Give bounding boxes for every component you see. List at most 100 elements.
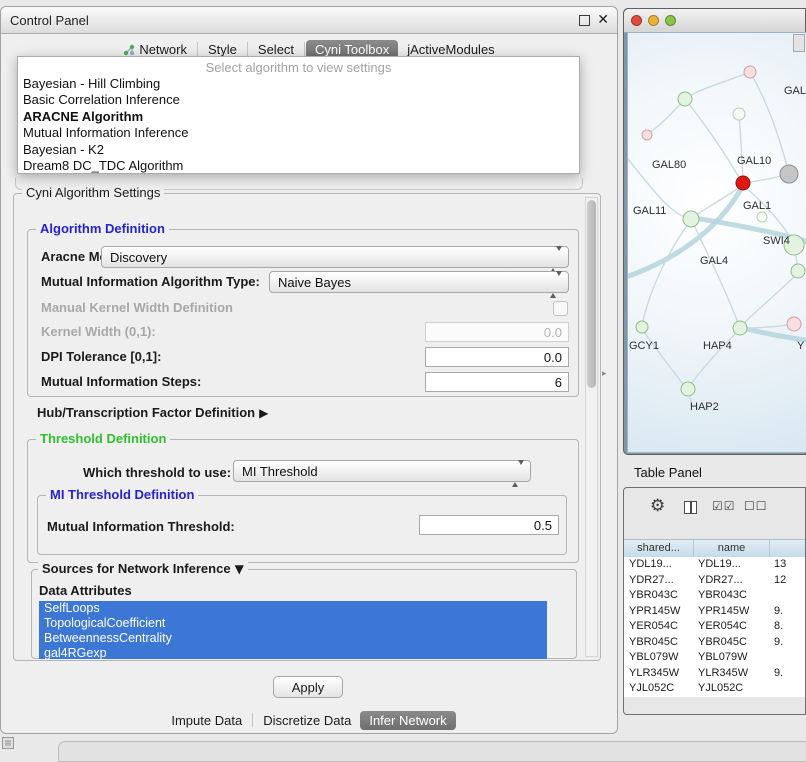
network-edge[interactable] — [642, 220, 691, 325]
network-node[interactable] — [636, 321, 648, 333]
network-node[interactable] — [780, 165, 798, 183]
cell — [770, 650, 805, 666]
cell: YBR043C — [694, 588, 770, 604]
network-edge[interactable] — [642, 329, 686, 388]
table-row[interactable]: YLR345WYLR345W9. — [624, 666, 805, 682]
manual-kernel-width-label: Manual Kernel Width Definition — [41, 298, 233, 318]
table-row[interactable]: YBR045CYBR045C9. — [624, 635, 805, 651]
settings-scrollbar-thumb[interactable] — [587, 200, 596, 388]
canvas-scrollbar-stub[interactable] — [793, 34, 805, 52]
table-row[interactable]: YPR145WYPR145W9. — [624, 604, 805, 620]
network-node[interactable] — [733, 321, 747, 335]
network-edge[interactable] — [739, 114, 743, 181]
attribute-item-selected[interactable]: TopologicalCoefficient — [39, 616, 547, 631]
node-label: GAL7 — [784, 85, 806, 97]
mi-steps-field[interactable] — [425, 372, 569, 392]
cell: YBL079W — [694, 650, 770, 666]
cell: YBL079W — [624, 650, 694, 666]
network-edge[interactable] — [685, 72, 750, 99]
network-node[interactable] — [757, 212, 767, 222]
tab-impute-data[interactable]: Impute Data — [162, 711, 251, 730]
attribute-item-selected[interactable]: SelfLoops — [39, 601, 547, 616]
apply-button[interactable]: Apply — [273, 676, 343, 698]
sources-toggle[interactable]: Sources for Network Inference▼ — [38, 562, 248, 576]
control-panel-title: Control Panel — [10, 13, 89, 28]
cell: 12 — [770, 573, 805, 589]
tab-separator — [247, 42, 248, 56]
network-labels: GAL7 GAL80 GAL10 GAL11 GAL1 SWI4 GAL4 GC… — [629, 85, 806, 413]
algorithm-option[interactable]: Bayesian - K2 — [18, 142, 579, 158]
tab-discretize-data[interactable]: Discretize Data — [254, 711, 360, 730]
sources-title: Sources for Network Inference — [42, 561, 231, 576]
column-header-extra[interactable] — [770, 540, 805, 557]
column-header-shared-name[interactable]: shared... — [624, 540, 694, 557]
algorithm-option[interactable]: Basic Correlation Inference — [18, 92, 579, 108]
select-all-checks-icon[interactable]: ☑☑ — [712, 499, 736, 513]
table-row[interactable]: YDR27...YDR27...12 — [624, 573, 805, 589]
table-row[interactable]: YDL19...YDL19...13 — [624, 557, 805, 573]
south-panel-edge — [58, 741, 806, 762]
network-node[interactable] — [681, 382, 695, 396]
deselect-all-checks-icon[interactable]: ☐☐ — [744, 499, 768, 513]
column-header-name[interactable]: name — [694, 540, 770, 557]
kernel-width-field[interactable] — [425, 322, 569, 342]
cell: 9. — [770, 635, 805, 651]
close-icon[interactable]: ✕ — [597, 11, 609, 28]
cell: YJL052C — [624, 681, 694, 697]
settings-scrollbar[interactable] — [585, 197, 598, 657]
network-edge[interactable] — [692, 221, 739, 326]
network-canvas[interactable]: GAL7 GAL80 GAL10 GAL11 GAL1 SWI4 GAL4 GC… — [627, 32, 806, 453]
network-edge[interactable] — [742, 324, 794, 328]
algorithm-option-placeholder[interactable]: Select algorithm to view settings — [18, 59, 579, 76]
network-node[interactable] — [683, 211, 699, 227]
network-node-selected[interactable] — [736, 176, 750, 190]
columns-icon[interactable] — [684, 501, 697, 514]
attribute-item-selected[interactable]: gal4RGexp — [39, 646, 547, 659]
table-panel-heading: Table Panel — [634, 465, 702, 480]
bottom-tabbar: Impute Data Discretize Data Infer Networ… — [1, 709, 617, 731]
dpi-tolerance-field[interactable] — [425, 347, 569, 367]
algorithm-option[interactable]: Mutual Information Inference — [18, 125, 579, 141]
network-node[interactable] — [733, 108, 745, 120]
network-node[interactable] — [642, 130, 652, 140]
hub-section-toggle[interactable]: Hub/Transcription Factor Definition▶ — [37, 405, 268, 420]
mi-algorithm-type-combobox[interactable]: Naive Bayes — [269, 271, 569, 293]
network-node[interactable] — [678, 92, 692, 106]
cell — [770, 588, 805, 604]
algorithm-option[interactable]: Dream8 DC_TDC Algorithm — [18, 158, 579, 174]
close-traffic-light[interactable] — [631, 15, 642, 26]
threshold-definition-title: Threshold Definition — [36, 432, 170, 446]
zoom-traffic-light[interactable] — [665, 15, 676, 26]
combo-arrows-icon — [550, 276, 562, 294]
docked-panel-icon[interactable] — [2, 737, 14, 749]
which-threshold-label: Which threshold to use: — [83, 463, 231, 483]
which-threshold-combobox[interactable]: MI Threshold — [233, 460, 531, 482]
mi-threshold-label: Mutual Information Threshold: — [47, 517, 235, 537]
tab-infer-network[interactable]: Infer Network — [360, 711, 455, 730]
network-edge[interactable] — [685, 99, 741, 181]
gear-icon[interactable]: ⚙ — [650, 496, 665, 516]
table-row[interactable]: YBR043CYBR043C — [624, 588, 805, 604]
network-edge[interactable] — [689, 330, 739, 387]
table-row[interactable]: YER054CYER054C8. — [624, 619, 805, 635]
minimize-traffic-light[interactable] — [648, 15, 659, 26]
float-window-icon[interactable] — [579, 15, 590, 26]
attribute-item-selected[interactable]: BetweennessCentrality — [39, 631, 547, 646]
algorithm-option-selected[interactable]: ARACNE Algorithm — [18, 109, 579, 125]
splitter-handle-icon[interactable]: ▸ — [602, 369, 607, 379]
manual-kernel-width-checkbox[interactable] — [553, 301, 568, 316]
combo-arrows-icon — [512, 465, 524, 483]
table-row[interactable]: YJL052CYJL052C — [624, 681, 805, 697]
cell: YPR145W — [694, 604, 770, 620]
cell: YLR345W — [694, 666, 770, 682]
network-edge[interactable] — [647, 99, 685, 135]
algorithm-option[interactable]: Bayesian - Hill Climbing — [18, 76, 579, 92]
aracne-mode-combobox[interactable]: Discovery — [101, 246, 569, 268]
cell: YER054C — [694, 619, 770, 635]
table-row[interactable]: YBL079WYBL079W — [624, 650, 805, 666]
network-node[interactable] — [787, 317, 801, 331]
network-node[interactable] — [744, 66, 756, 78]
tab-separator — [252, 713, 253, 727]
network-node[interactable] — [791, 264, 805, 278]
mi-threshold-field[interactable] — [419, 515, 559, 535]
